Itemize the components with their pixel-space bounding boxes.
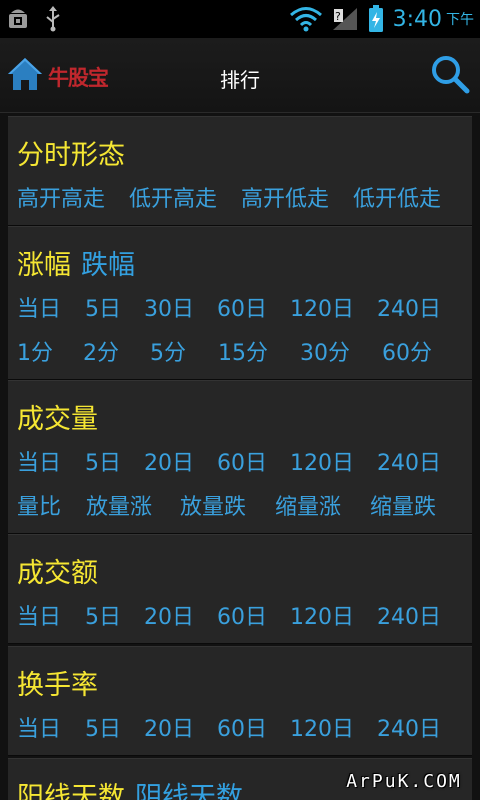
page-title: 排行	[220, 68, 260, 92]
option-item[interactable]: 30日	[144, 291, 194, 323]
section-title: 阳线天数 阴线天数	[17, 775, 243, 800]
option-item[interactable]: 5日	[85, 445, 121, 477]
option-item[interactable]: 60日	[217, 445, 267, 477]
option-item[interactable]: 5日	[85, 711, 121, 743]
option-item[interactable]: 240日	[377, 445, 441, 477]
option-item[interactable]: 当日	[17, 711, 61, 743]
option-item[interactable]: 当日	[17, 599, 61, 631]
watermark: ArPuK.COM	[346, 771, 462, 792]
section-title: 成交额	[17, 551, 98, 590]
ranking-list: 分时形态 高开高走 低开高走 高开低走 低开低走 涨幅 跌幅 当日 5日 30日 …	[0, 113, 480, 800]
option-item[interactable]: 5日	[85, 291, 121, 323]
status-time: 3:40	[392, 6, 442, 32]
section-title: 成交量	[17, 397, 98, 436]
section-title-label: 成交额	[17, 558, 98, 589]
tab-bear-days[interactable]: 阴线天数	[135, 782, 243, 800]
app-header: 牛股宝 排行	[0, 38, 480, 113]
tab-bull-days[interactable]: 阳线天数	[17, 782, 125, 800]
option-item[interactable]: 低开低走	[353, 181, 441, 213]
option-item[interactable]: 30分	[300, 335, 350, 367]
option-item[interactable]: 60日	[217, 599, 267, 631]
option-item[interactable]: 5日	[85, 599, 121, 631]
option-item[interactable]: 当日	[17, 445, 61, 477]
wifi-icon	[289, 7, 322, 32]
option-item[interactable]: 高开低走	[241, 181, 329, 213]
section-title: 分时形态	[17, 133, 125, 172]
option-item[interactable]: 20日	[144, 445, 194, 477]
section-title-label: 换手率	[17, 670, 98, 701]
option-item[interactable]: 240日	[377, 291, 441, 323]
section-volume: 成交量 当日 5日 20日 60日 120日 240日 量比 放量涨 放量跌 缩…	[8, 380, 472, 534]
option-item[interactable]: 15分	[218, 335, 268, 367]
search-icon[interactable]	[430, 54, 470, 94]
android-debug-icon	[9, 9, 27, 28]
section-turnover-rate: 换手率 当日 5日 20日 60日 120日 240日	[8, 646, 472, 756]
section-title-label: 成交量	[17, 404, 98, 435]
section-title-label: 分时形态	[17, 140, 125, 171]
section-intraday-pattern: 分时形态 高开高走 低开高走 高开低走 低开低走	[8, 116, 472, 226]
section-title: 涨幅 跌幅	[17, 243, 135, 282]
option-item[interactable]: 2分	[83, 335, 119, 367]
option-item[interactable]: 20日	[144, 599, 194, 631]
option-item[interactable]: 缩量跌	[370, 489, 436, 521]
section-change-rate: 涨幅 跌幅 当日 5日 30日 60日 120日 240日 1分 2分 5分 15…	[8, 226, 472, 380]
option-item[interactable]: 1分	[17, 335, 53, 367]
option-item[interactable]: 120日	[290, 291, 354, 323]
option-item[interactable]: 60日	[217, 291, 267, 323]
option-item[interactable]: 60分	[382, 335, 432, 367]
status-ampm: 下午	[446, 12, 474, 28]
option-item[interactable]: 60日	[217, 711, 267, 743]
option-item[interactable]: 当日	[17, 291, 61, 323]
section-title: 换手率	[17, 663, 98, 702]
option-item[interactable]: 120日	[290, 445, 354, 477]
svg-text:?: ?	[335, 10, 341, 23]
option-item[interactable]: 低开高走	[129, 181, 217, 213]
option-item[interactable]: 高开高走	[17, 181, 105, 213]
option-item[interactable]: 240日	[377, 711, 441, 743]
signal-icon: ?	[332, 8, 357, 30]
option-item[interactable]: 放量跌	[180, 489, 246, 521]
tab-loss[interactable]: 跌幅	[81, 250, 135, 281]
option-item[interactable]: 120日	[290, 599, 354, 631]
option-item[interactable]: 量比	[17, 489, 61, 521]
section-turnover-amount: 成交额 当日 5日 20日 60日 120日 240日	[8, 534, 472, 644]
status-bar: ? 3:40 下午	[0, 0, 480, 38]
option-item[interactable]: 120日	[290, 711, 354, 743]
option-item[interactable]: 放量涨	[86, 489, 152, 521]
option-item[interactable]: 20日	[144, 711, 194, 743]
option-item[interactable]: 5分	[150, 335, 186, 367]
tab-gain[interactable]: 涨幅	[17, 250, 71, 281]
option-item[interactable]: 240日	[377, 599, 441, 631]
usb-icon	[46, 6, 60, 32]
battery-charging-icon	[368, 5, 383, 32]
option-item[interactable]: 缩量涨	[275, 489, 341, 521]
